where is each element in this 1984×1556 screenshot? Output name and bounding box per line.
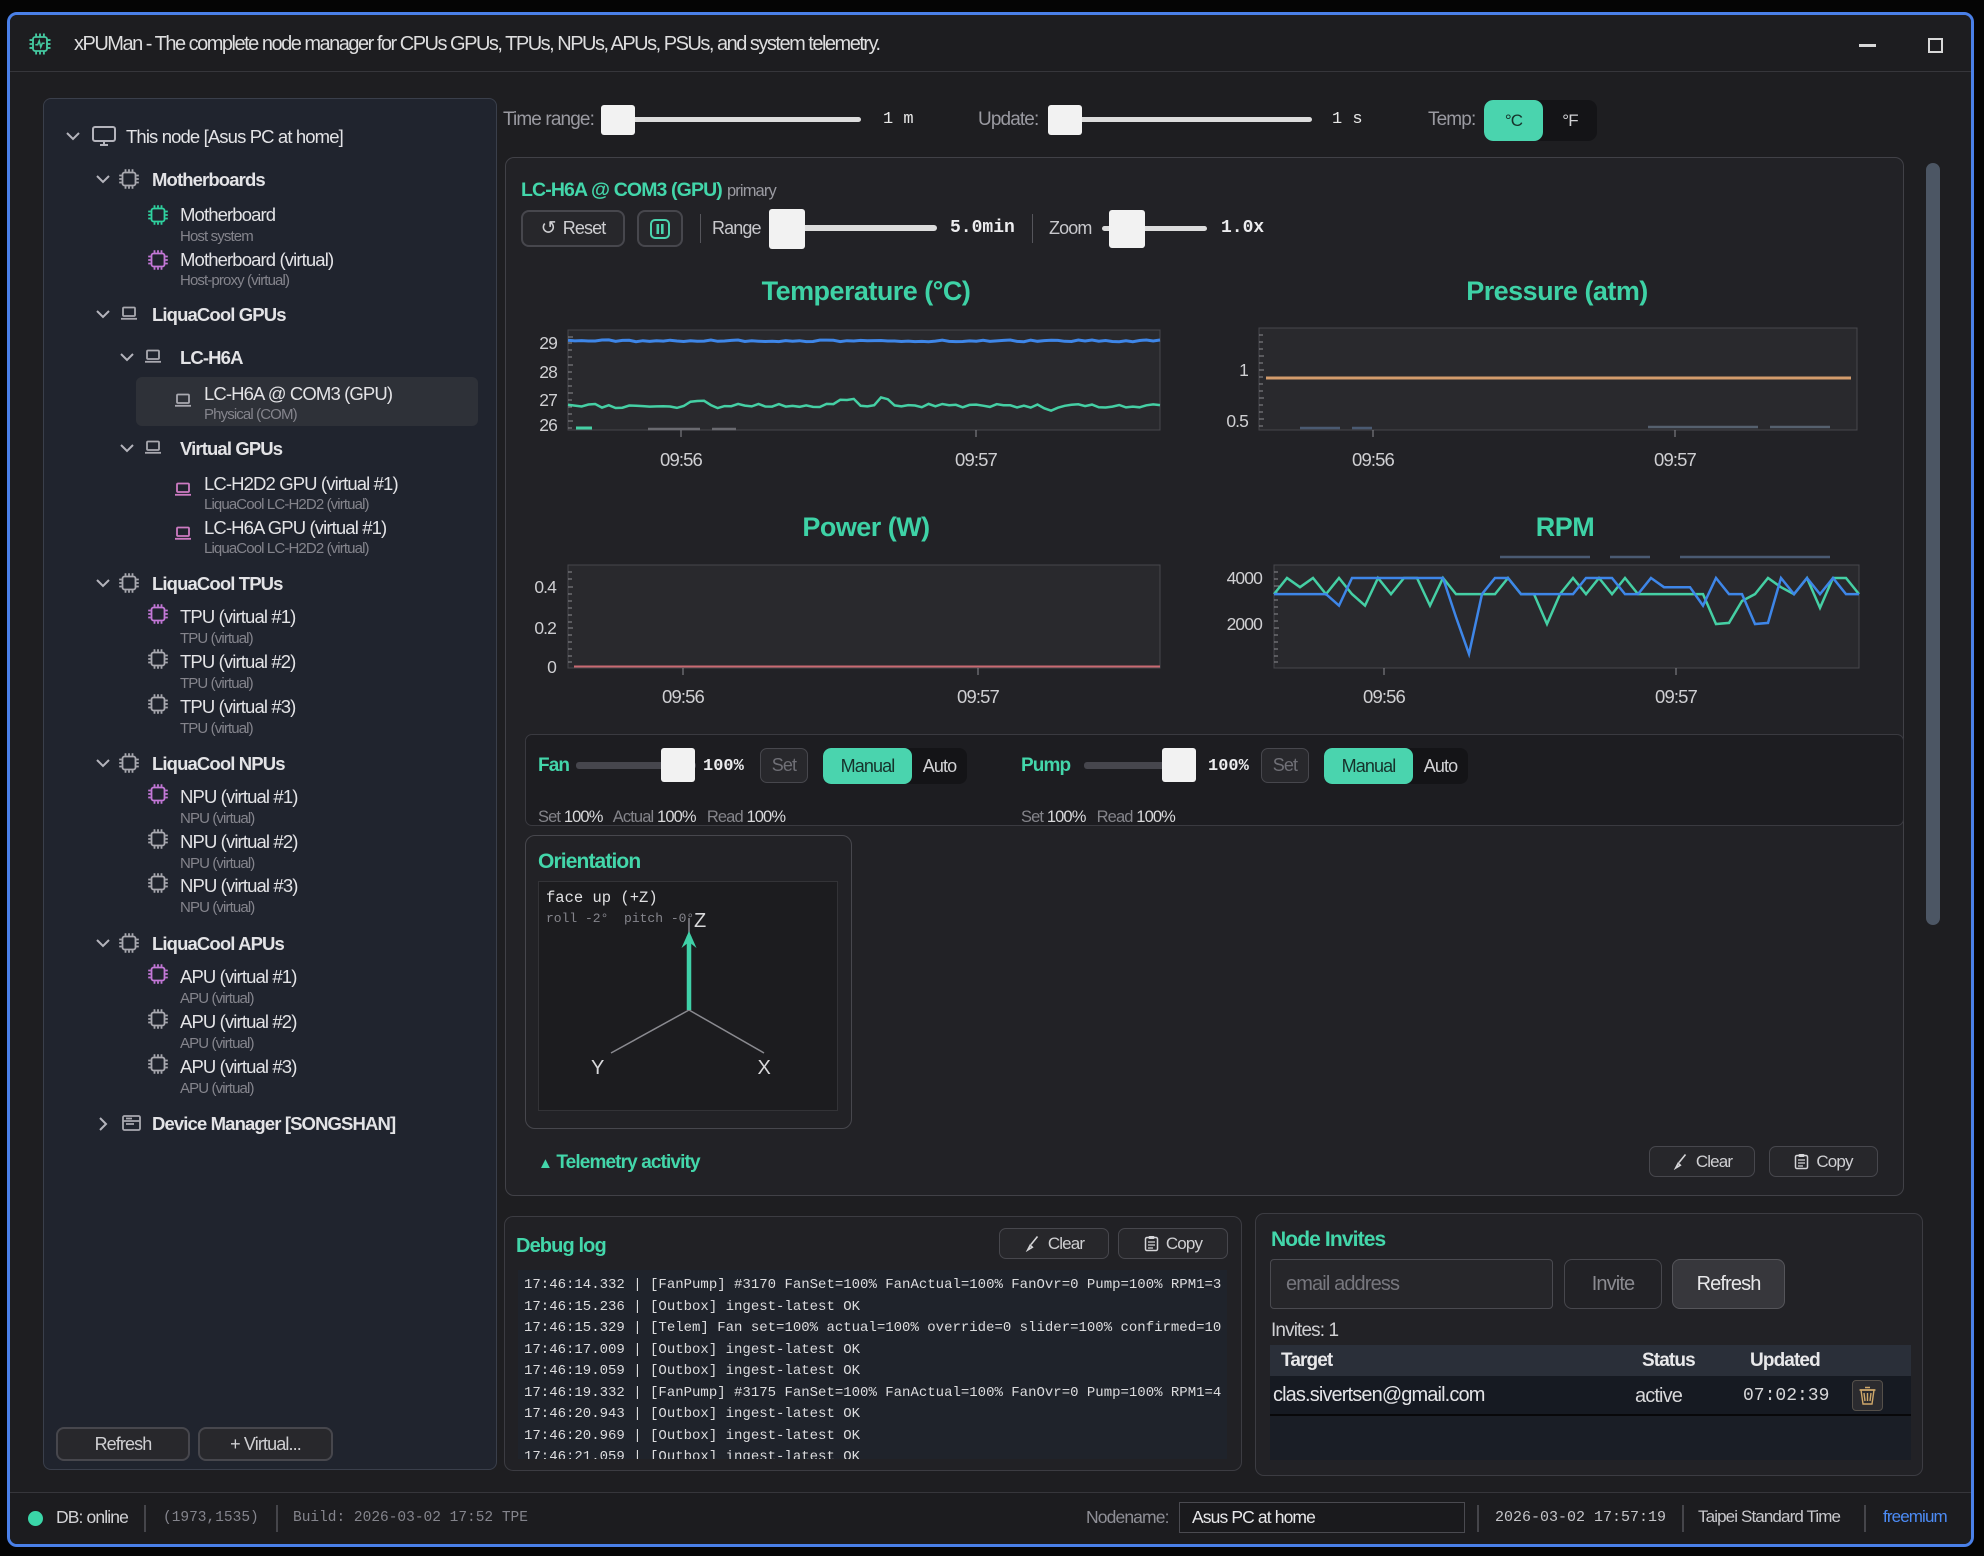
svg-text:X: X — [758, 1057, 771, 1079]
svg-text:Z: Z — [694, 910, 706, 932]
svg-text:Y: Y — [591, 1057, 604, 1079]
